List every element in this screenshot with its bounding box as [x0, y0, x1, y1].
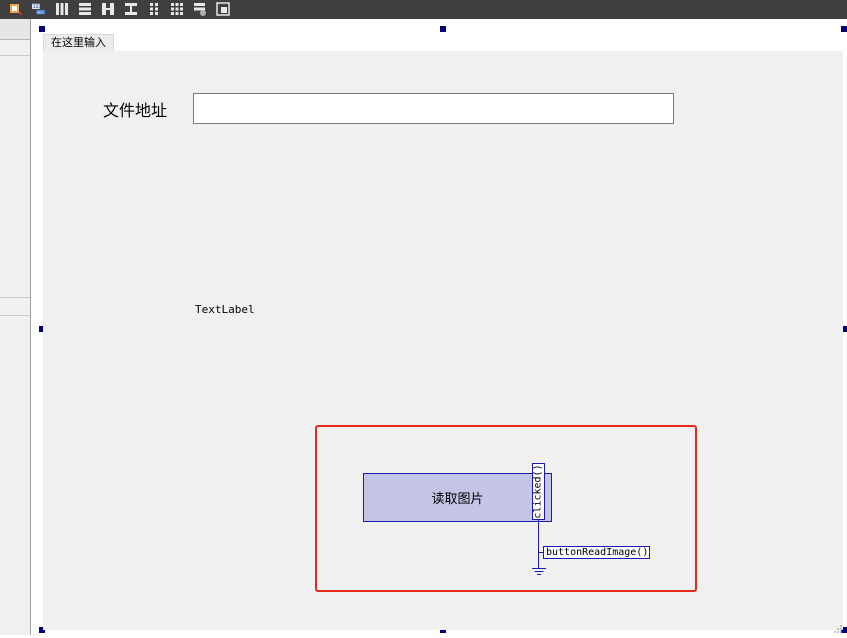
resize-handle-top-right[interactable]	[841, 26, 847, 32]
break-layout-icon[interactable]	[193, 2, 207, 16]
signal-label: clicked()	[532, 463, 545, 520]
image-text-label: TextLabel	[195, 303, 255, 316]
ground-icon	[531, 563, 547, 583]
split-horizontal-icon[interactable]	[101, 2, 115, 16]
signal-name: clicked()	[533, 464, 544, 519]
slot-label[interactable]: buttonReadImage()	[543, 546, 650, 559]
connection-line	[538, 520, 539, 564]
panel-header	[0, 19, 30, 40]
panel-divider	[0, 315, 30, 316]
edit-widgets-icon[interactable]	[9, 2, 23, 16]
layout-form-icon[interactable]	[147, 2, 161, 16]
read-image-button[interactable]: 读取图片	[363, 473, 552, 522]
designer-toolbar: 123 abc	[0, 0, 847, 19]
svg-text:123: 123	[33, 4, 42, 10]
layout-horizontal-icon[interactable]	[55, 2, 69, 16]
split-vertical-icon[interactable]	[124, 2, 138, 16]
resize-handle-top-left[interactable]	[39, 26, 45, 32]
edit-buddies-icon[interactable]: 123 abc	[32, 2, 46, 16]
resize-grip-icon[interactable]	[831, 619, 843, 638]
layout-grid-icon[interactable]	[170, 2, 184, 16]
resize-handle-top[interactable]	[440, 26, 446, 32]
panel-divider	[0, 55, 30, 56]
read-image-button-label: 读取图片	[431, 492, 484, 507]
layout-vertical-icon[interactable]	[78, 2, 92, 16]
panel-divider	[0, 297, 30, 298]
file-address-input[interactable]	[193, 93, 674, 124]
widget-box-panel	[0, 19, 31, 635]
svg-text:abc: abc	[37, 10, 43, 14]
adjust-size-icon[interactable]	[216, 2, 230, 16]
menu-type-here-item[interactable]: 在这里输入	[43, 34, 114, 51]
file-address-label: 文件地址	[103, 101, 168, 120]
form-menubar: 在这里输入	[43, 33, 847, 51]
